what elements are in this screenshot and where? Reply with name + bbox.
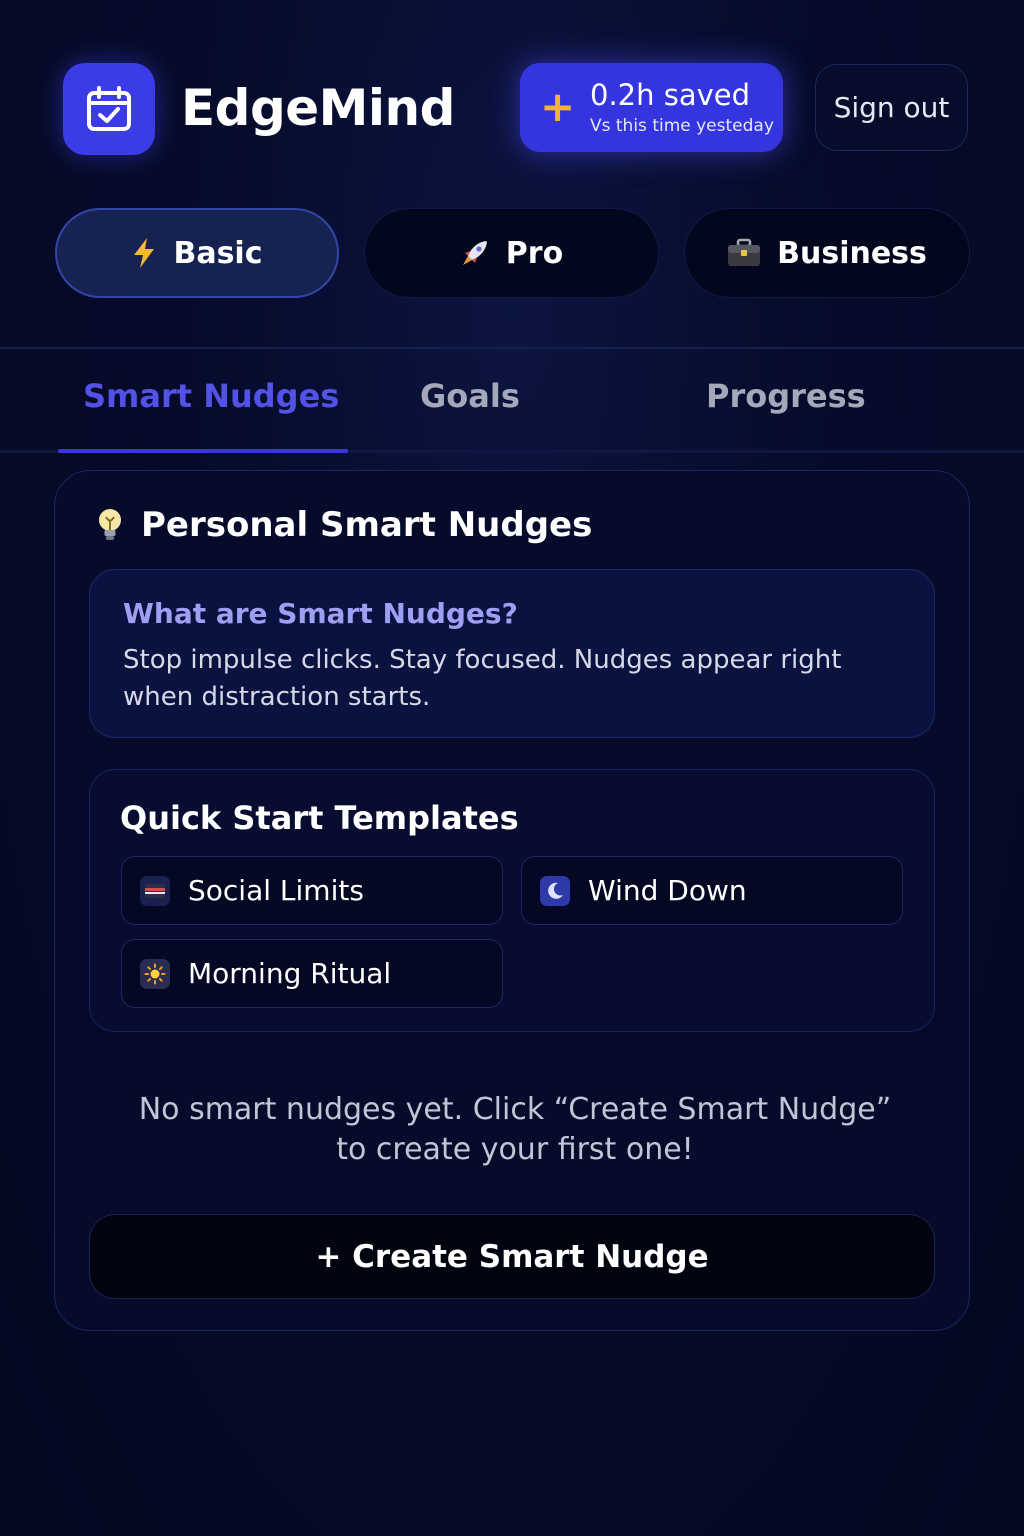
plan-pro-button[interactable]: Pro [364, 208, 659, 298]
template-morning-ritual[interactable]: Morning Ritual [121, 939, 503, 1008]
tab-progress[interactable]: Progress [706, 372, 866, 420]
section-title: Personal Smart Nudges [95, 502, 592, 548]
section-title-text: Personal Smart Nudges [141, 505, 593, 545]
info-title: What are Smart Nudges? [123, 597, 518, 630]
plan-pro-label: Pro [505, 235, 564, 271]
plan-basic-label: Basic [173, 235, 263, 271]
create-smart-nudge-button[interactable]: + Create Smart Nudge [89, 1214, 935, 1299]
template-morning-ritual-label: Morning Ritual [188, 957, 392, 990]
template-social-limits-label: Social Limits [188, 874, 364, 907]
plan-basic-button[interactable]: Basic [55, 208, 339, 298]
calendar-check-icon [87, 86, 131, 131]
rocket-icon [460, 238, 490, 268]
moon-icon [540, 875, 570, 906]
time-saved-subtitle: Vs this time yesteday [590, 116, 774, 136]
phone-icon [140, 875, 170, 906]
templates-title: Quick Start Templates [120, 799, 519, 837]
tabs-divider-top [0, 347, 1024, 349]
plan-business-label: Business [777, 235, 927, 271]
time-saved-badge: + 0.2h saved Vs this time yesteday [520, 63, 783, 152]
template-wind-down-label: Wind Down [588, 874, 747, 907]
plus-icon: + [540, 82, 576, 131]
tab-smart-nudges[interactable]: Smart Nudges [83, 372, 339, 420]
app-logo [63, 63, 155, 155]
briefcase-icon [727, 238, 761, 268]
sign-out-button[interactable]: Sign out [815, 64, 968, 151]
app-name: EdgeMind [181, 79, 455, 137]
plan-business-button[interactable]: Business [684, 208, 970, 298]
sun-icon [140, 958, 170, 989]
info-text: Stop impulse clicks. Stay focused. Nudge… [123, 645, 842, 712]
lightbulb-icon [95, 506, 125, 544]
template-social-limits[interactable]: Social Limits [121, 856, 503, 925]
lightning-icon [131, 237, 157, 269]
empty-state-message: No smart nudges yet. Click “Create Smart… [138, 1092, 892, 1167]
time-saved-value: 0.2h saved [590, 78, 751, 112]
tab-goals[interactable]: Goals [420, 372, 520, 420]
template-wind-down[interactable]: Wind Down [521, 856, 903, 925]
active-tab-indicator [58, 449, 348, 453]
